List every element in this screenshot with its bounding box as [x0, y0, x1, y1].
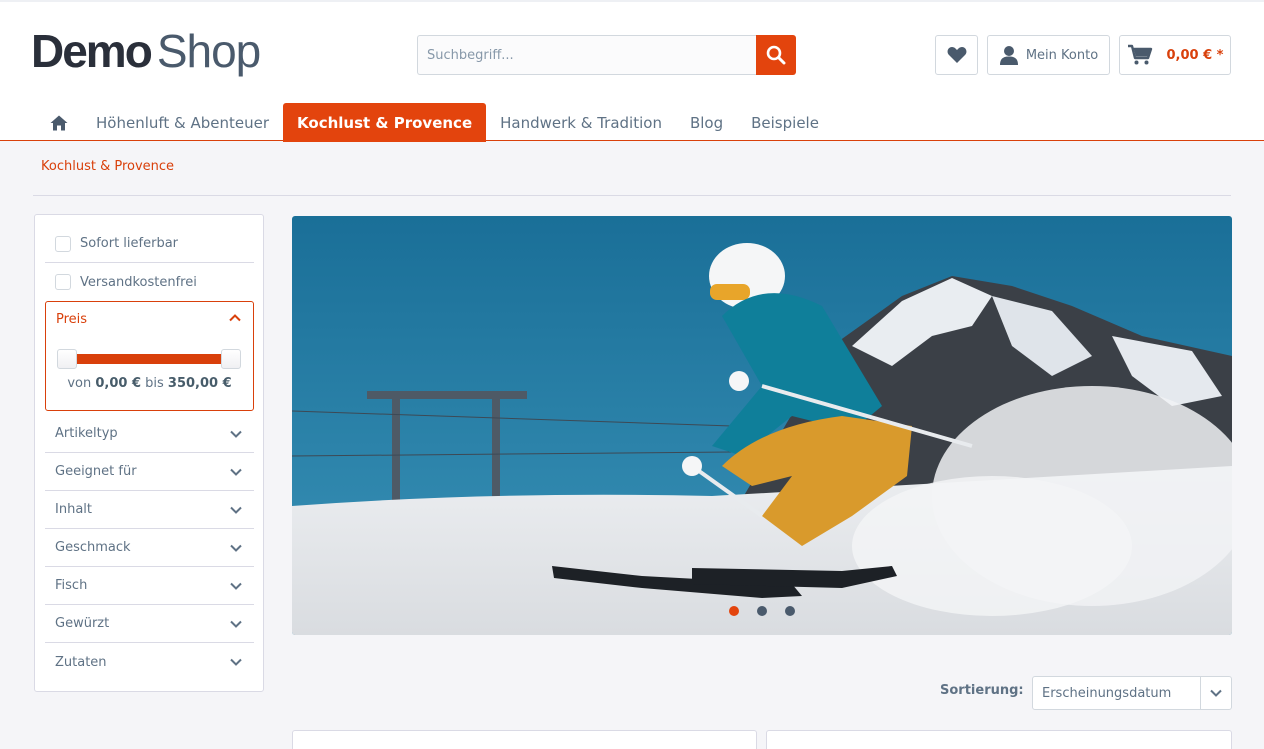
nav-item-hoehenluft[interactable]: Höhenluft & Abenteuer [82, 103, 283, 142]
facet-label: Gewürzt [55, 616, 110, 631]
price-max-handle[interactable] [221, 349, 241, 369]
price-to-word: bis [145, 376, 164, 391]
slide-dot-3[interactable] [785, 606, 795, 616]
price-from-prefix: von [67, 376, 92, 391]
nav-item-kochlust[interactable]: Kochlust & Provence [283, 103, 487, 142]
hero-banner[interactable] [292, 216, 1232, 635]
account-label: Mein Konto [1025, 47, 1099, 63]
sort-label: Sortierung: [940, 683, 1024, 698]
divider [33, 195, 1231, 196]
slider-dots [292, 606, 1232, 616]
filter-versandkostenfrei[interactable]: Versandkostenfrei [45, 263, 254, 301]
main-nav: Höhenluft & Abenteuer Kochlust & Provenc… [36, 103, 833, 142]
logo-part-shop: Shop [156, 25, 261, 77]
chevron-down-icon [230, 506, 242, 514]
chevron-down-icon [230, 430, 242, 438]
user-icon [999, 46, 1018, 65]
facet-zutaten[interactable]: Zutaten [45, 643, 254, 681]
product-card[interactable] [766, 730, 1232, 749]
slide-dot-2[interactable] [757, 606, 767, 616]
price-filter-title[interactable]: Preis [56, 312, 87, 327]
facet-artikeltyp[interactable]: Artikeltyp [45, 415, 254, 453]
price-filter: Preis von 0,00 € bis 350,00 € [45, 301, 254, 411]
chevron-up-icon[interactable] [229, 312, 241, 324]
sort-select[interactable]: Erscheinungsdatum [1032, 676, 1232, 710]
search-icon [766, 45, 786, 65]
breadcrumb[interactable]: Kochlust & Provence [41, 159, 174, 174]
cart-button[interactable]: 0,00 € * [1119, 35, 1231, 75]
facet-fisch[interactable]: Fisch [45, 567, 254, 605]
header: Demo Shop Mein Konto 0,00 € * [0, 0, 1264, 142]
price-range-bar [76, 354, 224, 364]
nav-item-blog[interactable]: Blog [676, 103, 737, 142]
cart-amount: 0,00 € * [1166, 47, 1224, 63]
account-button[interactable]: Mein Konto [987, 35, 1110, 75]
facet-geeignet-fuer[interactable]: Geeignet für [45, 453, 254, 491]
filter-label: Versandkostenfrei [80, 274, 197, 290]
wishlist-button[interactable] [935, 35, 978, 75]
facet-label: Artikeltyp [55, 426, 118, 441]
chevron-down-icon [230, 468, 242, 476]
checkbox[interactable] [55, 274, 71, 290]
sort-dropdown-toggle[interactable] [1200, 677, 1231, 709]
chevron-down-icon [230, 658, 242, 666]
banner-image [292, 216, 1232, 635]
nav-item-beispiele[interactable]: Beispiele [737, 103, 833, 142]
facet-geschmack[interactable]: Geschmack [45, 529, 254, 567]
home-icon [50, 115, 68, 130]
checkbox[interactable] [55, 235, 71, 252]
facet-label: Inhalt [55, 502, 92, 517]
heart-icon [947, 47, 966, 63]
facet-label: Geeignet für [55, 464, 137, 479]
sort-value: Erscheinungsdatum [1042, 685, 1172, 701]
facet-label: Geschmack [55, 540, 131, 555]
search-input[interactable] [417, 35, 756, 75]
chevron-down-icon [1210, 689, 1222, 697]
price-min-handle[interactable] [57, 349, 77, 369]
search-button[interactable] [756, 35, 796, 75]
facet-label: Fisch [55, 578, 88, 593]
filter-sofort-lieferbar[interactable]: Sofort lieferbar [45, 225, 254, 263]
slide-dot-1[interactable] [729, 606, 739, 616]
cart-icon [1127, 44, 1152, 65]
filter-sidebar: Sofort lieferbar Versandkostenfrei Preis… [34, 214, 264, 692]
chevron-down-icon [230, 620, 242, 628]
product-card[interactable] [292, 730, 757, 749]
price-max-value: 350,00 € [167, 376, 232, 391]
chevron-down-icon [230, 582, 242, 590]
facet-gewuerzt[interactable]: Gewürzt [45, 605, 254, 643]
nav-item-handwerk[interactable]: Handwerk & Tradition [486, 103, 676, 142]
price-range-text: von 0,00 € bis 350,00 € [46, 376, 253, 391]
facet-inhalt[interactable]: Inhalt [45, 491, 254, 529]
logo-part-demo: Demo [31, 25, 153, 77]
search-bar [417, 35, 796, 75]
facet-label: Zutaten [55, 654, 107, 670]
price-min-value: 0,00 € [95, 376, 141, 391]
filter-label: Sofort lieferbar [80, 236, 179, 251]
nav-home[interactable] [36, 103, 82, 142]
chevron-down-icon [230, 544, 242, 552]
logo[interactable]: Demo Shop [31, 24, 261, 80]
